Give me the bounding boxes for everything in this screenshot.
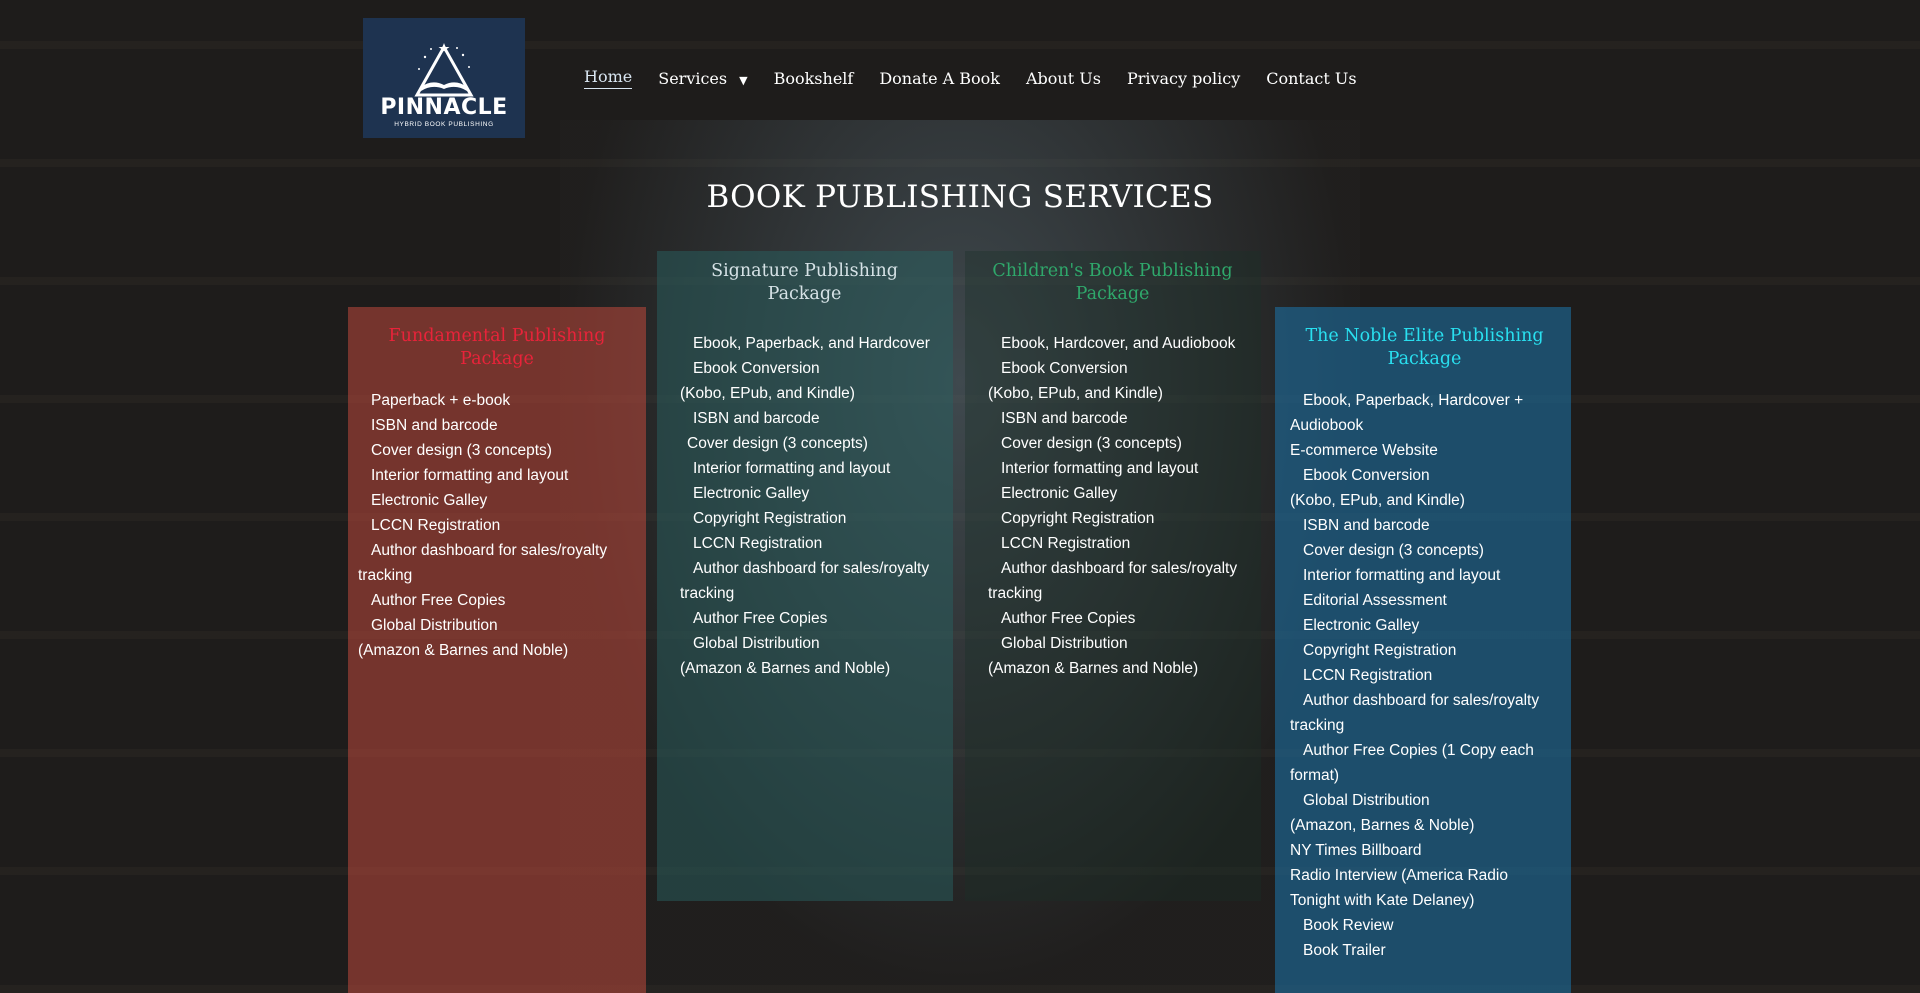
- feature-item: Electronic Galley: [693, 485, 810, 502]
- nav-contact-us[interactable]: Contact Us: [1266, 69, 1356, 88]
- feature-item: (Kobo, EPub, and Kindle): [1290, 492, 1465, 509]
- nav-privacy-policy[interactable]: Privacy policy: [1127, 69, 1240, 88]
- package-title: Signature Publishing Package: [711, 261, 898, 304]
- package-card-signature: Signature Publishing Package Ebook, Pape…: [657, 251, 953, 901]
- feature-item: Author dashboard for sales/royalty track…: [988, 560, 1238, 602]
- nav-home[interactable]: Home: [584, 67, 633, 89]
- feature-item: LCCN Registration: [1001, 535, 1131, 552]
- feature-item: Cover design (3 concepts): [371, 442, 552, 459]
- feature-item: Ebook, Paperback, and Hardcover: [693, 335, 930, 352]
- feature-item: (Kobo, EPub, and Kindle): [680, 385, 855, 402]
- package-card-fundamental: Fundamental Publishing Package Paperback…: [348, 307, 646, 993]
- feature-item: Electronic Galley: [371, 492, 488, 509]
- package-features: Ebook, Paperback, and Hardcover Ebook Co…: [657, 331, 943, 681]
- feature-item: Ebook, Hardcover, and Audiobook: [1001, 335, 1236, 352]
- feature-item: ISBN and barcode: [1001, 410, 1128, 427]
- nav-bookshelf[interactable]: Bookshelf: [774, 69, 854, 88]
- feature-item: Interior formatting and layout: [1001, 460, 1199, 477]
- main-nav: Home Services ▼ Bookshelf Donate A Book A…: [584, 67, 1383, 89]
- feature-item: Book Review: [1303, 917, 1394, 934]
- feature-item: Author dashboard for sales/royalty track…: [1290, 692, 1540, 734]
- package-title: Children's Book Publishing Package: [992, 261, 1233, 304]
- feature-item: (Kobo, EPub, and Kindle): [988, 385, 1163, 402]
- feature-item: (Amazon & Barnes and Noble): [680, 660, 891, 677]
- package-features: Ebook, Paperback, Hardcover + Audiobook …: [1290, 388, 1559, 963]
- feature-item: Electronic Galley: [1303, 617, 1420, 634]
- nav-services-label: Services: [658, 68, 728, 88]
- feature-item: Ebook, Paperback, Hardcover + Audiobook: [1290, 392, 1524, 434]
- feature-item: Author dashboard for sales/royalty track…: [680, 560, 930, 602]
- feature-item: Copyright Registration: [693, 510, 847, 527]
- feature-item: ISBN and barcode: [693, 410, 820, 427]
- feature-item: Cover design (3 concepts): [1001, 435, 1182, 452]
- page-title: BOOK PUBLISHING SERVICES: [706, 179, 1214, 215]
- feature-item: Interior formatting and layout: [1303, 567, 1501, 584]
- logo-wordmark: PINNACLE: [380, 95, 508, 120]
- feature-item: LCCN Registration: [693, 535, 823, 552]
- feature-item: Ebook Conversion: [1303, 467, 1430, 484]
- feature-item: Author Free Copies: [1001, 610, 1136, 627]
- feature-item: Author Free Copies: [371, 592, 506, 609]
- feature-item: Author dashboard for sales/royalty track…: [358, 542, 608, 584]
- package-features: Paperback + e-book ISBN and barcode Cove…: [358, 388, 636, 663]
- feature-item: Cover design (3 concepts): [687, 435, 868, 452]
- feature-item: Copyright Registration: [1001, 510, 1155, 527]
- package-features: Ebook, Hardcover, and Audiobook Ebook Co…: [988, 331, 1251, 681]
- feature-item: E-commerce Website: [1290, 442, 1438, 459]
- feature-item: Copyright Registration: [1303, 642, 1457, 659]
- feature-item: Author Free Copies: [693, 610, 828, 627]
- package-card-childrens: Children's Book Publishing Package Ebook…: [965, 251, 1261, 901]
- nav-services[interactable]: Services ▼: [658, 69, 747, 88]
- feature-item: LCCN Registration: [1303, 667, 1433, 684]
- package-title: The Noble Elite Publishing Package: [1305, 326, 1544, 369]
- feature-item: Editorial Assessment: [1303, 592, 1447, 609]
- feature-item: LCCN Registration: [371, 517, 501, 534]
- package-card-noble-elite: The Noble Elite Publishing Package Ebook…: [1275, 307, 1571, 993]
- package-title: Fundamental Publishing Package: [388, 326, 606, 369]
- feature-item: Electronic Galley: [1001, 485, 1118, 502]
- nav-about-us[interactable]: About Us: [1026, 69, 1101, 88]
- feature-item: Ebook Conversion: [693, 360, 820, 377]
- book-pyramid-icon: [414, 43, 474, 97]
- caret-down-icon: ▼: [739, 73, 748, 87]
- feature-item: (Amazon & Barnes and Noble): [358, 642, 569, 659]
- nav-donate-a-book[interactable]: Donate A Book: [879, 69, 1000, 88]
- feature-item: Global Distribution: [371, 617, 498, 634]
- feature-item: Ebook Conversion: [1001, 360, 1128, 377]
- feature-item: Radio Interview (America Radio Tonight w…: [1290, 867, 1508, 909]
- feature-item: Interior formatting and layout: [693, 460, 891, 477]
- feature-item: (Amazon & Barnes and Noble): [988, 660, 1199, 677]
- feature-item: Author Free Copies (1 Copy each format): [1290, 742, 1534, 784]
- logo-tagline: HYBRID BOOK PUBLISHING: [394, 121, 494, 128]
- feature-item: Global Distribution: [1001, 635, 1128, 652]
- feature-item: Global Distribution: [1303, 792, 1430, 809]
- feature-item: (Amazon, Barnes & Noble): [1290, 817, 1475, 834]
- feature-item: ISBN and barcode: [371, 417, 498, 434]
- feature-item: Book Trailer: [1303, 942, 1386, 959]
- feature-item: Global Distribution: [693, 635, 820, 652]
- feature-item: Paperback + e-book: [371, 392, 511, 409]
- site-logo[interactable]: PINNACLE HYBRID BOOK PUBLISHING: [363, 18, 525, 138]
- feature-item: NY Times Billboard: [1290, 842, 1422, 859]
- feature-item: ISBN and barcode: [1303, 517, 1430, 534]
- feature-item: Cover design (3 concepts): [1303, 542, 1484, 559]
- feature-item: Interior formatting and layout: [371, 467, 569, 484]
